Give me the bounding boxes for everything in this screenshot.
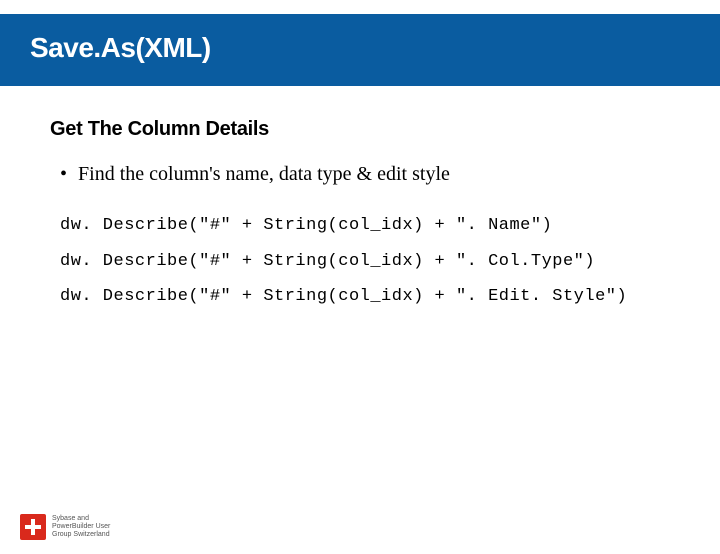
swiss-flag-icon xyxy=(20,514,46,540)
footer-logo-text: Sybase and PowerBuilder User Group Switz… xyxy=(52,515,110,538)
code-block: dw. Describe("#" + String(col_idx) + ". … xyxy=(60,208,720,315)
logo-text-line: PowerBuilder User xyxy=(52,523,110,531)
logo-text-line: Group Switzerland xyxy=(52,531,110,539)
section-subheading: Get The Column Details xyxy=(50,118,720,141)
slide-title-bar: Save.As(XML) xyxy=(0,14,720,86)
code-line: dw. Describe("#" + String(col_idx) + ". … xyxy=(60,279,720,315)
code-line: dw. Describe("#" + String(col_idx) + ". … xyxy=(60,244,720,280)
footer-logo: Sybase and PowerBuilder User Group Switz… xyxy=(20,514,110,540)
bullet-point: Find the column's name, data type & edit… xyxy=(60,163,720,186)
logo-text-line: Sybase and xyxy=(52,515,110,523)
code-line: dw. Describe("#" + String(col_idx) + ". … xyxy=(60,208,720,244)
slide-title: Save.As(XML) xyxy=(30,32,690,64)
